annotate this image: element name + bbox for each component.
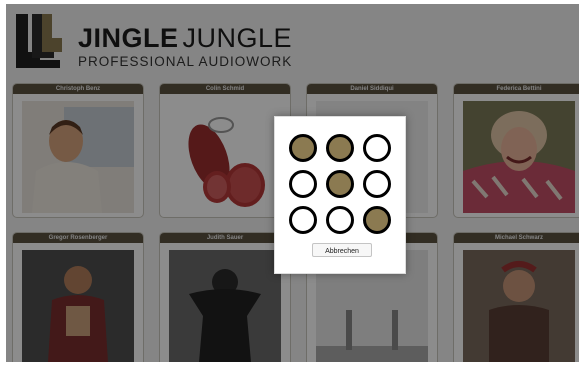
pattern-dot[interactable] — [326, 170, 354, 198]
pattern-grid — [285, 131, 395, 237]
pattern-dot[interactable] — [363, 170, 391, 198]
pattern-dot[interactable] — [326, 134, 354, 162]
page: JINGLE JUNGLE PROFESSIONAL AUDIOWORK Chri… — [6, 4, 579, 362]
pattern-dot[interactable] — [363, 206, 391, 234]
pattern-dot[interactable] — [289, 134, 317, 162]
pattern-dot[interactable] — [289, 170, 317, 198]
pattern-dot[interactable] — [289, 206, 317, 234]
unlock-pattern-dialog: Abbrechen — [274, 116, 406, 274]
pattern-dot[interactable] — [326, 206, 354, 234]
cancel-button[interactable]: Abbrechen — [312, 243, 372, 257]
pattern-dot[interactable] — [363, 134, 391, 162]
